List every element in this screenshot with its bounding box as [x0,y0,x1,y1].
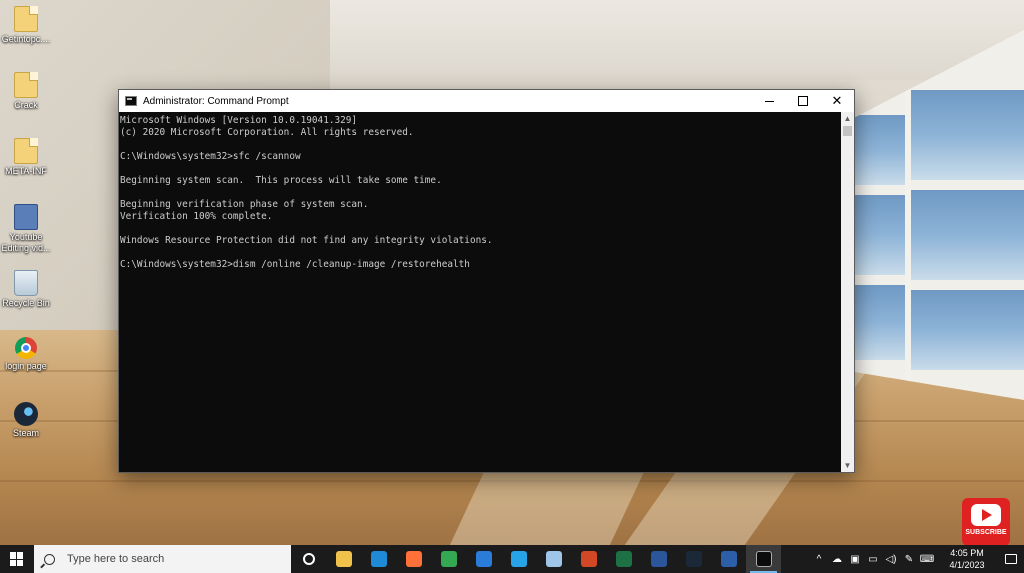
console-line: Windows Resource Protection did not find… [120,235,493,246]
pen-icon[interactable]: ✎ [900,545,918,573]
vertical-scrollbar[interactable]: ▲ ▼ [841,112,854,472]
system-tray: ^ ☁ ▣ ▭ ◁) ✎ ⌨ 4:05 PM 4/1/2023 [810,545,1024,573]
folder-icon [335,551,352,567]
desktop-icon-steam[interactable]: Steam [0,402,52,439]
taskbar-powershell[interactable] [711,545,746,573]
clock-date: 4/1/2023 [949,560,985,570]
youtube-play-icon [971,504,1001,526]
scrollbar-thumb[interactable] [843,126,852,136]
recycle-bin-icon [14,270,38,296]
show-hidden-icons-button[interactable]: ^ [810,545,828,573]
taskbar-excel[interactable] [606,545,641,573]
search-icon [44,553,55,565]
console-line: (c) 2020 Microsoft Corporation. All righ… [120,127,414,138]
window-titlebar[interactable]: Administrator: Command Prompt ✕ [119,90,854,112]
edge-icon [370,551,387,567]
taskbar-file-explorer[interactable] [326,545,361,573]
start-button[interactable] [0,545,34,573]
console-line: Microsoft Windows [Version 10.0.19041.32… [120,115,358,126]
taskbar: Type here to search ^ ☁ ▣ ▭ ◁) ✎ ⌨ 4:05 … [0,545,1024,573]
command-prompt-icon [125,96,137,106]
clock-time: 4:05 PM [950,548,984,558]
taskbar-command-prompt[interactable] [746,545,781,573]
wallpaper-window [845,30,1024,400]
steam-icon [685,551,702,567]
windows-logo-icon [10,552,24,566]
console-output[interactable]: Microsoft Windows [Version 10.0.19041.32… [119,112,841,472]
clock[interactable]: 4:05 PM 4/1/2023 [936,547,998,571]
chrome-icon [15,337,37,359]
window-title: Administrator: Command Prompt [143,95,289,107]
scroll-down-arrow-icon[interactable]: ▼ [841,459,854,472]
excel-icon [615,551,632,567]
network-icon[interactable]: ▭ [864,545,882,573]
desktop-icon-youtube-editing[interactable]: Youtube Editing vid... [0,204,52,254]
desktop-icon-meta-inf[interactable]: META-INF [0,138,52,177]
volume-icon[interactable]: ◁) [882,545,900,573]
maximize-button[interactable] [786,90,820,112]
command-prompt-icon [755,551,772,567]
console-line: Beginning system scan. This process will… [120,175,442,186]
taskbar-chrome[interactable] [431,545,466,573]
tray-app-icon[interactable]: ▣ [846,545,864,573]
task-view-button[interactable] [291,545,326,573]
file-icon [14,72,38,98]
chrome-icon [440,551,457,567]
console-line: Verification 100% complete. [120,211,273,222]
taskbar-powerpoint[interactable] [571,545,606,573]
word-icon [650,551,667,567]
console-line: Beginning verification phase of system s… [120,199,369,210]
console-line: C:\Windows\system32>sfc /scannow [120,151,301,162]
taskbar-word[interactable] [641,545,676,573]
desktop-icon-getintopc[interactable]: Getintopc.... [0,6,52,45]
taskbar-app-5[interactable] [466,545,501,573]
subscribe-badge[interactable]: SUBSCRIBE [962,498,1010,546]
onedrive-icon[interactable]: ☁ [828,545,846,573]
scroll-up-arrow-icon[interactable]: ▲ [841,112,854,125]
taskbar-notepad[interactable] [536,545,571,573]
powerpoint-icon [580,551,597,567]
taskbar-firefox[interactable] [396,545,431,573]
console-line: C:\Windows\system32>dism /online /cleanu… [120,259,470,270]
notification-icon [1005,554,1017,564]
video-file-icon [14,204,38,230]
steam-icon [14,402,38,426]
desktop-icon-login-page[interactable]: login page [0,337,52,372]
minimize-button[interactable] [752,90,786,112]
desktop-icon-crack[interactable]: Crack [0,72,52,111]
notepad-icon [545,551,562,567]
search-placeholder: Type here to search [67,553,165,565]
taskbar-app-6[interactable] [501,545,536,573]
cortana-circle-icon [302,553,315,565]
taskbar-steam[interactable] [676,545,711,573]
keyboard-icon[interactable]: ⌨ [918,545,936,573]
desktop-icon-recycle-bin[interactable]: Recycle Bin [0,270,52,309]
close-button[interactable]: ✕ [820,90,854,112]
taskbar-search-box[interactable]: Type here to search [34,545,291,573]
app-icon [475,551,492,567]
file-icon [14,6,38,32]
action-center-button[interactable] [998,554,1024,564]
app-icon [510,551,527,567]
command-prompt-window[interactable]: Administrator: Command Prompt ✕ Microsof… [118,89,855,473]
taskbar-edge[interactable] [361,545,396,573]
firefox-icon [405,551,422,567]
file-icon [14,138,38,164]
powershell-icon [720,551,737,567]
